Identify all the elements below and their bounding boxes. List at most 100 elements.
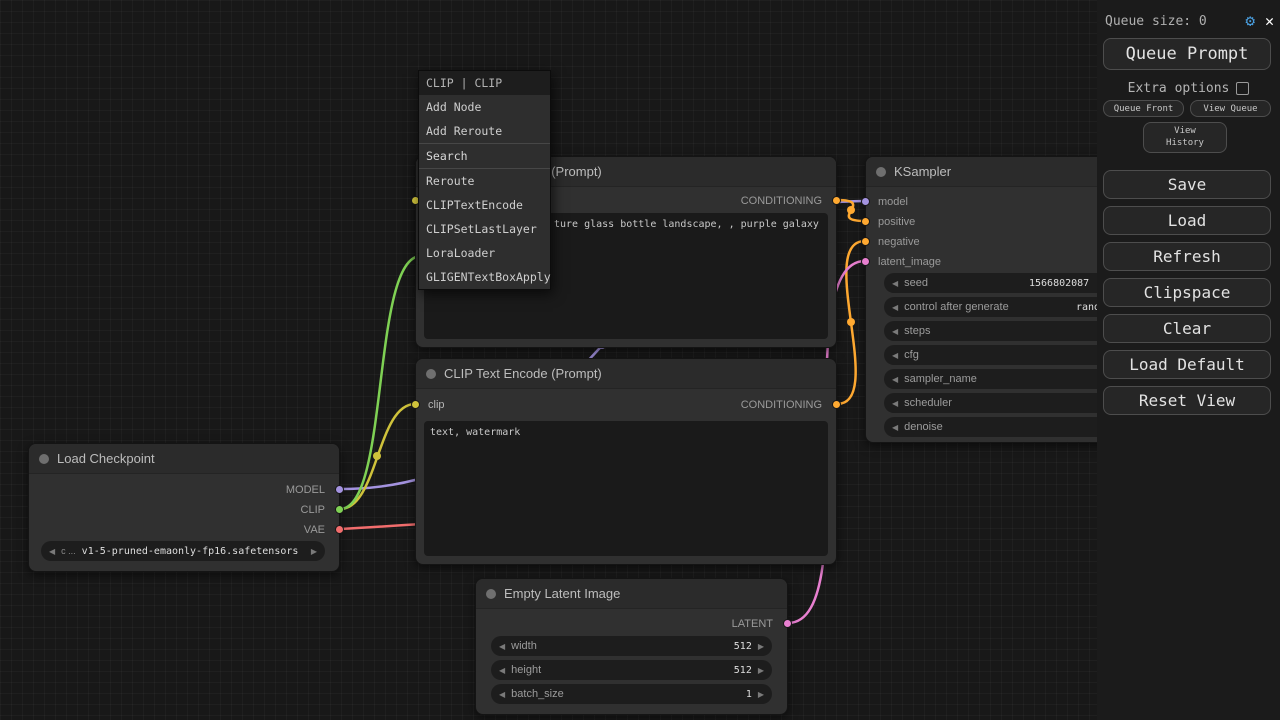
- node-clip-text-encode-2[interactable]: CLIP Text Encode (Prompt) clip CONDITION…: [415, 358, 837, 565]
- queue-prompt-button[interactable]: Queue Prompt: [1103, 38, 1271, 70]
- widget-value: 512: [734, 641, 752, 652]
- widget-label: scheduler: [904, 397, 952, 409]
- context-menu-item-cliptextencode[interactable]: CLIPTextEncode: [419, 193, 550, 217]
- context-menu-item-add-node[interactable]: Add Node: [419, 95, 550, 119]
- context-menu-title: CLIP | CLIP: [419, 71, 550, 95]
- queue-size-label: Queue size: 0: [1105, 14, 1235, 29]
- decrement-arrow-icon[interactable]: ◀: [892, 327, 898, 336]
- decrement-arrow-icon[interactable]: ◀: [499, 666, 505, 675]
- clip-input-slot[interactable]: [411, 400, 420, 409]
- latent-image-input-slot[interactable]: [861, 257, 870, 266]
- negative-input-slot[interactable]: [861, 237, 870, 246]
- node-title-bar[interactable]: CLIP Text Encode (Prompt): [416, 359, 836, 389]
- vae-output-slot[interactable]: [335, 525, 344, 534]
- conditioning-positive-midpoint-dot: [847, 206, 855, 214]
- context-menu[interactable]: CLIP | CLIP Add Node Add Reroute Search …: [418, 70, 551, 290]
- decrement-arrow-icon[interactable]: ◀: [499, 642, 505, 651]
- settings-gear-icon[interactable]: ⚙: [1245, 13, 1255, 29]
- widget-label: seed: [904, 277, 928, 289]
- widget-label: width: [511, 640, 537, 652]
- latent-image-input-label: latent_image: [878, 252, 941, 272]
- node-title-bar[interactable]: Empty Latent Image: [476, 579, 787, 609]
- context-menu-item-clipsetlastlayer[interactable]: CLIPSetLastLayer: [419, 217, 550, 241]
- latent-output-label: LATENT: [732, 614, 773, 634]
- node-graph-canvas[interactable]: CLIP Text Encode (Prompt) clip CONDITION…: [0, 0, 1280, 720]
- increment-arrow-icon[interactable]: ▶: [758, 690, 764, 699]
- node-collapse-dot[interactable]: [876, 167, 886, 177]
- node-collapse-dot[interactable]: [486, 589, 496, 599]
- view-queue-button[interactable]: View Queue: [1190, 100, 1271, 117]
- decrement-arrow-icon[interactable]: ◀: [892, 423, 898, 432]
- load-button[interactable]: Load: [1103, 206, 1271, 235]
- prompt-text-widget[interactable]: text, watermark: [424, 421, 828, 556]
- width-widget[interactable]: ◀ width 512 ▶: [491, 636, 772, 656]
- widget-label: cfg: [904, 349, 919, 361]
- widget-label: denoise: [904, 421, 943, 433]
- clipspace-button[interactable]: Clipspace: [1103, 278, 1271, 307]
- conditioning-output-label: CONDITIONING: [741, 395, 822, 415]
- conditioning-output-slot[interactable]: [832, 196, 841, 205]
- context-menu-item-add-reroute[interactable]: Add Reroute: [419, 119, 550, 143]
- node-title: Load Checkpoint: [57, 451, 155, 466]
- context-menu-item-loraloader[interactable]: LoraLoader: [419, 241, 550, 265]
- clip-output-slot[interactable]: [335, 505, 344, 514]
- save-button[interactable]: Save: [1103, 170, 1271, 199]
- widget-label: height: [511, 664, 541, 676]
- extra-options-checkbox[interactable]: [1236, 82, 1249, 95]
- view-history-button[interactable]: View History: [1143, 122, 1227, 153]
- increment-arrow-icon[interactable]: ▶: [758, 642, 764, 651]
- node-load-checkpoint[interactable]: Load Checkpoint MODEL CLIP VAE ◀ c ... v…: [28, 443, 340, 572]
- node-empty-latent-image[interactable]: Empty Latent Image LATENT ◀ width 512 ▶ …: [475, 578, 788, 715]
- load-default-button[interactable]: Load Default: [1103, 350, 1271, 379]
- model-input-label: model: [878, 192, 908, 212]
- widget-label: batch_size: [511, 688, 564, 700]
- context-menu-item-gligentextboxapply[interactable]: GLIGENTextBoxApply: [419, 265, 550, 289]
- decrement-arrow-icon[interactable]: ◀: [892, 303, 898, 312]
- widget-label: control after generate: [904, 301, 1009, 313]
- widget-value: v1-5-pruned-emaonly-fp16.safetensors: [82, 546, 299, 557]
- clip-output-label: CLIP: [301, 500, 325, 520]
- ckpt-name-widget[interactable]: ◀ c ... v1-5-pruned-emaonly-fp16.safeten…: [41, 541, 325, 561]
- queue-actions-row: Queue Front View Queue: [1103, 100, 1271, 117]
- context-menu-item-search[interactable]: Search: [419, 143, 550, 169]
- decrement-arrow-icon[interactable]: ◀: [892, 399, 898, 408]
- node-collapse-dot[interactable]: [39, 454, 49, 464]
- prev-arrow-icon[interactable]: ◀: [49, 547, 55, 556]
- widget-value: 1: [746, 689, 752, 700]
- vae-output-label: VAE: [304, 520, 325, 540]
- clear-button[interactable]: Clear: [1103, 314, 1271, 343]
- model-input-slot[interactable]: [861, 197, 870, 206]
- clip-drag-link-wire: [340, 256, 421, 509]
- widget-label: sampler_name: [904, 373, 977, 385]
- node-title: Empty Latent Image: [504, 586, 620, 601]
- node-title: CLIP Text Encode (Prompt): [444, 366, 602, 381]
- widget-label: steps: [904, 325, 930, 337]
- close-icon[interactable]: ✕: [1265, 14, 1274, 29]
- batch-size-widget[interactable]: ◀ batch_size 1 ▶: [491, 684, 772, 704]
- positive-input-label: positive: [878, 212, 915, 232]
- decrement-arrow-icon[interactable]: ◀: [892, 279, 898, 288]
- decrement-arrow-icon[interactable]: ◀: [892, 351, 898, 360]
- clip-link-midpoint-dot: [373, 452, 381, 460]
- positive-input-slot[interactable]: [861, 217, 870, 226]
- refresh-button[interactable]: Refresh: [1103, 242, 1271, 271]
- node-title-bar[interactable]: Load Checkpoint: [29, 444, 339, 474]
- clip-input-label: clip: [428, 395, 445, 415]
- conditioning-output-label: CONDITIONING: [741, 191, 822, 211]
- node-collapse-dot[interactable]: [426, 369, 436, 379]
- context-menu-item-reroute[interactable]: Reroute: [419, 169, 550, 193]
- next-arrow-icon[interactable]: ▶: [311, 547, 317, 556]
- reset-view-button[interactable]: Reset View: [1103, 386, 1271, 415]
- decrement-arrow-icon[interactable]: ◀: [499, 690, 505, 699]
- queue-front-button[interactable]: Queue Front: [1103, 100, 1184, 117]
- latent-output-slot[interactable]: [783, 619, 792, 628]
- conditioning-output-slot[interactable]: [832, 400, 841, 409]
- widget-value: 1566802087: [1029, 278, 1089, 289]
- model-output-label: MODEL: [286, 480, 325, 500]
- height-widget[interactable]: ◀ height 512 ▶: [491, 660, 772, 680]
- widget-label: c ...: [61, 546, 76, 556]
- increment-arrow-icon[interactable]: ▶: [758, 666, 764, 675]
- model-output-slot[interactable]: [335, 485, 344, 494]
- negative-input-label: negative: [878, 232, 920, 252]
- decrement-arrow-icon[interactable]: ◀: [892, 375, 898, 384]
